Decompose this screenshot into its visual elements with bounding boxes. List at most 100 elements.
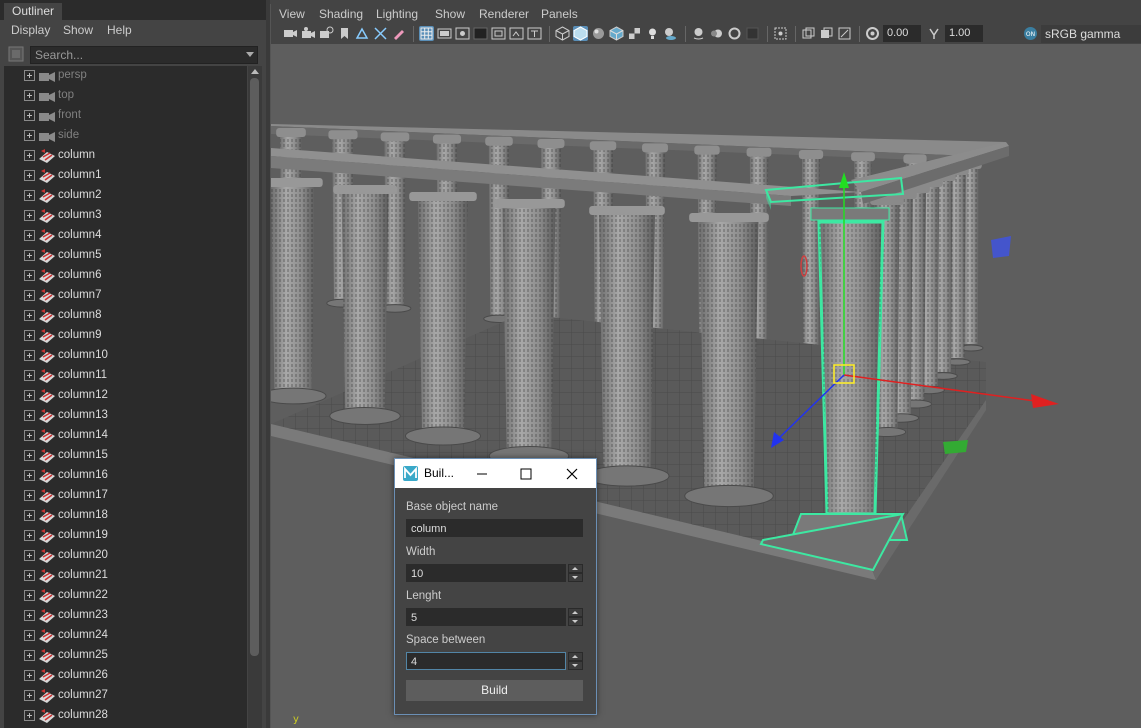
spin-up-icon[interactable] — [568, 652, 583, 661]
outliner-item-mesh[interactable]: column24 — [4, 626, 247, 646]
field-chart-icon[interactable] — [491, 26, 506, 41]
outliner-item-mesh[interactable]: column28 — [4, 706, 247, 726]
screen-space-ao-icon[interactable] — [691, 26, 706, 41]
expand-icon[interactable] — [24, 250, 35, 261]
expand-icon[interactable] — [24, 690, 35, 701]
outliner-item-mesh[interactable]: column20 — [4, 546, 247, 566]
dialog-titlebar[interactable]: Buil... — [395, 459, 596, 488]
menu-shading[interactable]: Shading — [319, 7, 363, 21]
xray-joints-icon[interactable] — [837, 26, 852, 41]
expand-icon[interactable] — [24, 310, 35, 321]
tab-outliner[interactable]: Outliner — [4, 3, 63, 20]
chevron-down-icon[interactable] — [246, 52, 254, 57]
safe-title-icon[interactable] — [527, 26, 542, 41]
outliner-item-mesh[interactable]: column8 — [4, 306, 247, 326]
length-spinner[interactable] — [568, 608, 583, 626]
two-d-pan-zoom-icon[interactable] — [373, 26, 388, 41]
scroll-up-icon[interactable] — [251, 69, 259, 74]
outliner-item-mesh[interactable]: column25 — [4, 646, 247, 666]
expand-icon[interactable] — [24, 670, 35, 681]
expand-icon[interactable] — [24, 570, 35, 581]
outliner-item-mesh[interactable]: column5 — [4, 246, 247, 266]
bookmark-camera-icon[interactable] — [319, 26, 334, 41]
camera-icon[interactable] — [283, 26, 298, 41]
expand-icon[interactable] — [24, 390, 35, 401]
expand-icon[interactable] — [24, 530, 35, 541]
xray-active-components-icon[interactable] — [819, 26, 834, 41]
outliner-item-mesh[interactable]: column10 — [4, 346, 247, 366]
exposure-icon[interactable] — [865, 26, 880, 41]
expand-icon[interactable] — [24, 650, 35, 661]
spin-down-icon[interactable] — [568, 661, 583, 670]
outliner-item-camera[interactable]: side — [4, 126, 247, 146]
depth-of-field-icon[interactable] — [745, 26, 760, 41]
search-input[interactable]: Search... — [30, 46, 258, 64]
outliner-item-camera[interactable]: top — [4, 86, 247, 106]
outliner-item-mesh[interactable]: column7 — [4, 286, 247, 306]
gate-mask-icon[interactable] — [473, 26, 488, 41]
exposure-field[interactable]: 0.00 — [883, 25, 921, 42]
expand-icon[interactable] — [24, 490, 35, 501]
wireframe-icon[interactable] — [555, 26, 570, 41]
outliner-item-mesh[interactable]: column22 — [4, 586, 247, 606]
expand-icon[interactable] — [24, 90, 35, 101]
grid-icon[interactable] — [419, 26, 434, 41]
width-spinner[interactable] — [568, 564, 583, 582]
expand-icon[interactable] — [24, 130, 35, 141]
menu-renderer[interactable]: Renderer — [479, 7, 529, 21]
expand-icon[interactable] — [24, 230, 35, 241]
expand-icon[interactable] — [24, 410, 35, 421]
film-gate-icon[interactable] — [437, 26, 452, 41]
outliner-item-camera[interactable]: front — [4, 106, 247, 126]
gamma-icon[interactable] — [927, 26, 942, 41]
outliner-scrollbar[interactable] — [248, 66, 262, 728]
textured-icon[interactable] — [627, 26, 642, 41]
length-input[interactable]: 5 — [406, 608, 566, 626]
scroll-thumb[interactable] — [250, 78, 259, 656]
outliner-item-mesh[interactable]: column21 — [4, 566, 247, 586]
outliner-item-mesh[interactable]: column1 — [4, 166, 247, 186]
resolution-gate-icon[interactable] — [455, 26, 470, 41]
space-between-spinner[interactable] — [568, 652, 583, 670]
gamma-field[interactable]: 1.00 — [945, 25, 983, 42]
expand-icon[interactable] — [24, 270, 35, 281]
spin-down-icon[interactable] — [568, 573, 583, 582]
shadows-icon[interactable] — [663, 26, 678, 41]
image-plane-icon[interactable] — [355, 26, 370, 41]
outliner-item-mesh[interactable]: column14 — [4, 426, 247, 446]
color-management-icon[interactable]: ON — [1023, 26, 1038, 41]
spin-up-icon[interactable] — [568, 564, 583, 573]
outliner-item-camera[interactable]: persp — [4, 66, 247, 86]
expand-icon[interactable] — [24, 590, 35, 601]
outliner-item-mesh[interactable]: column12 — [4, 386, 247, 406]
expand-icon[interactable] — [24, 210, 35, 221]
expand-icon[interactable] — [24, 450, 35, 461]
outliner-item-mesh[interactable]: column9 — [4, 326, 247, 346]
close-icon[interactable] — [565, 467, 579, 481]
expand-icon[interactable] — [24, 630, 35, 641]
expand-icon[interactable] — [24, 110, 35, 121]
motion-blur-icon[interactable] — [709, 26, 724, 41]
outliner-item-mesh[interactable]: column23 — [4, 606, 247, 626]
anti-aliasing-icon[interactable] — [727, 26, 742, 41]
expand-icon[interactable] — [24, 430, 35, 441]
outliner-item-mesh[interactable]: column16 — [4, 466, 247, 486]
outliner-item-mesh[interactable]: column6 — [4, 266, 247, 286]
filter-icon[interactable] — [8, 46, 24, 62]
menu-display[interactable]: Display — [11, 23, 50, 37]
width-input[interactable]: 10 — [406, 564, 566, 582]
maximize-icon[interactable] — [519, 467, 533, 481]
outliner-item-mesh[interactable]: column4 — [4, 226, 247, 246]
column-mesh[interactable] — [271, 178, 327, 405]
outliner-item-mesh[interactable]: column27 — [4, 686, 247, 706]
outliner-item-mesh[interactable]: column15 — [4, 446, 247, 466]
menu-show[interactable]: Show — [63, 23, 93, 37]
expand-icon[interactable] — [24, 470, 35, 481]
outliner-item-mesh[interactable]: column18 — [4, 506, 247, 526]
isolate-select-icon[interactable] — [773, 26, 788, 41]
default-material-icon[interactable] — [591, 26, 606, 41]
expand-icon[interactable] — [24, 150, 35, 161]
expand-icon[interactable] — [24, 510, 35, 521]
outliner-item-mesh[interactable]: column13 — [4, 406, 247, 426]
menu-help[interactable]: Help — [107, 23, 132, 37]
